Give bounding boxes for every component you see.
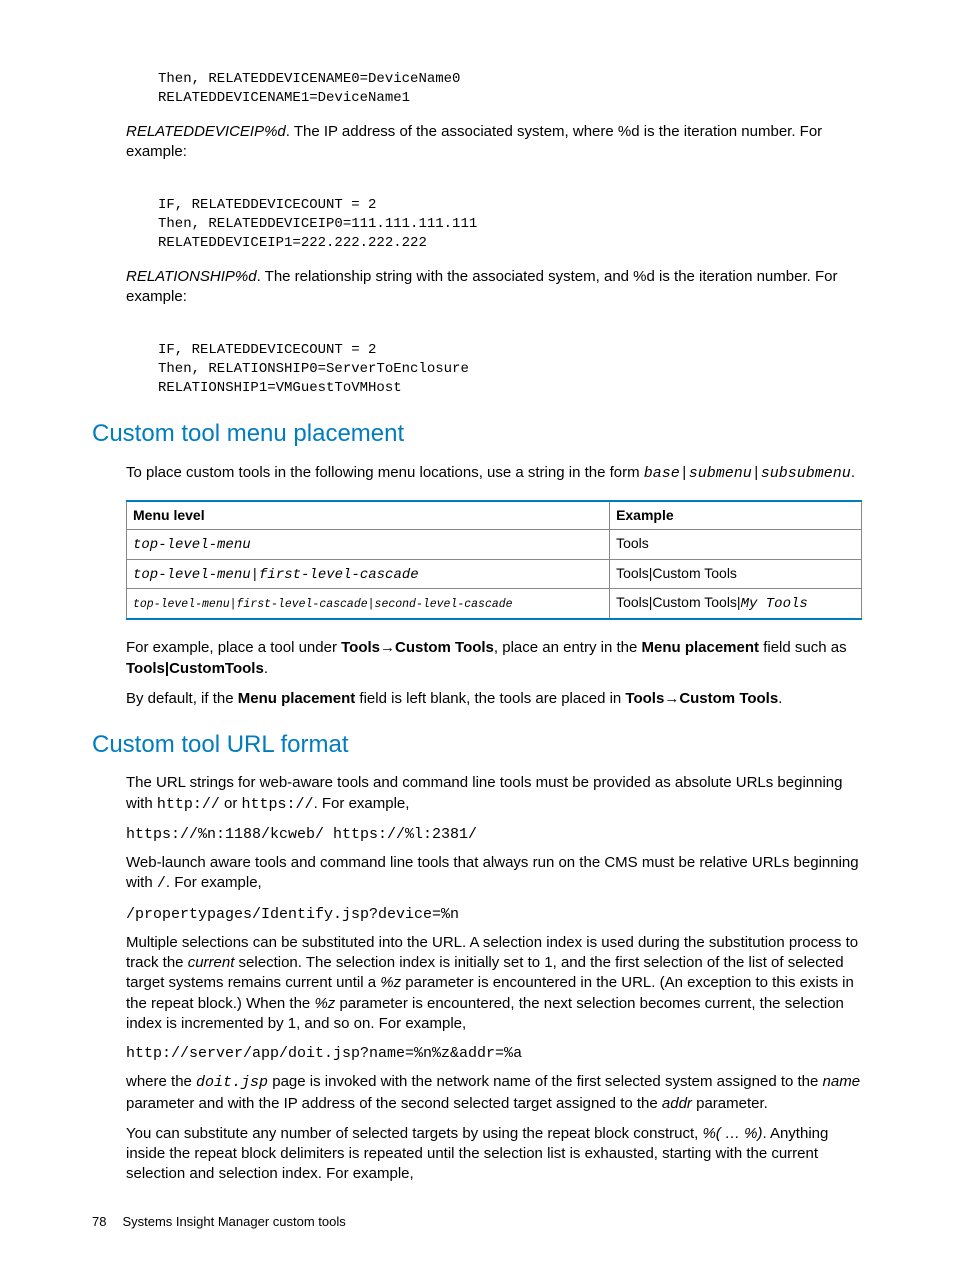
text: , place an entry in the [494,639,642,656]
table-row: top-level-menu Tools [127,529,862,559]
cell-example: Tools [610,529,862,559]
text: . [778,690,782,707]
text: By default, if the [126,690,238,707]
italic: addr [662,1095,692,1112]
bold: Tools [341,639,380,656]
para-menu-intro: To place custom tools in the following m… [126,463,862,484]
table-header-row: Menu level Example [127,501,862,529]
bold: Tools|CustomTools [126,660,264,677]
text: For example, place a tool under [126,639,341,656]
italic: name [823,1073,861,1090]
code: http:// [157,796,220,813]
heading-url-format: Custom tool URL format [92,729,862,761]
para-relative-url: Web-launch aware tools and command line … [126,853,862,895]
heading-menu-placement: Custom tool menu placement [92,418,862,450]
para-doit-explain: where the doit.jsp page is invoked with … [126,1072,862,1114]
table-row: top-level-menu|first-level-cascade|secon… [127,589,862,619]
table-row: top-level-menu|first-level-cascade Tools… [127,559,862,589]
bold: Tools [625,690,664,707]
text: field such as [759,639,847,656]
arrow-icon: → [664,690,679,707]
code: https:// [242,796,314,813]
text: . For example, [314,795,410,812]
page-body: Then, RELATEDDEVICENAME0=DeviceName0 REL… [126,70,862,1185]
text: To place custom tools in the following m… [126,464,644,481]
code-block-3: IF, RELATEDDEVICECOUNT = 2 Then, RELATIO… [158,341,862,398]
text: field is left blank, the tools are place… [355,690,625,707]
italic: current [188,954,235,971]
code: My Tools [741,596,808,612]
arrow-icon: → [380,639,395,656]
term-relateddeviceip: RELATEDDEVICEIP%d [126,123,286,140]
text: . For example, [166,874,262,891]
code-url-example-3: http://server/app/doit.jsp?name=%n%z&add… [126,1044,862,1064]
code-url-example-1: https://%n:1188/kcweb/ https://%l:2381/ [126,825,862,845]
para-url-intro: The URL strings for web-aware tools and … [126,773,862,815]
text: . [264,660,268,677]
cell-example: Tools|Custom Tools|My Tools [610,589,862,619]
italic: %z [380,974,401,991]
bold: Menu placement [642,639,760,656]
th-menu-level: Menu level [127,501,610,529]
page-number: 78 [92,1213,106,1231]
cell-level: top-level-menu|first-level-cascade|secon… [133,598,513,611]
footer-title: Systems Insight Manager custom tools [122,1213,345,1231]
text: or [220,795,242,812]
text: parameter and with the IP address of the… [126,1095,662,1112]
page-footer: 78 Systems Insight Manager custom tools [92,1213,346,1231]
code: base|submenu|subsubmenu [644,465,851,482]
bold: Menu placement [238,690,356,707]
italic: %( … %) [702,1125,762,1142]
bold: Custom Tools [679,690,778,707]
para-default-placement: By default, if the Menu placement field … [126,689,862,709]
cell-level: top-level-menu|first-level-cascade [133,567,419,583]
text: parameter. [692,1095,768,1112]
term-relationship: RELATIONSHIP%d [126,268,257,285]
text: where the [126,1073,196,1090]
bold: Custom Tools [395,639,494,656]
para-multiple-selections: Multiple selections can be substituted i… [126,933,862,1034]
para-repeat-block: You can substitute any number of selecte… [126,1124,862,1185]
para-example-placement: For example, place a tool under Tools→Cu… [126,638,862,679]
code: doit.jsp [196,1074,268,1091]
code-block-2: IF, RELATEDDEVICECOUNT = 2 Then, RELATED… [158,196,862,253]
para-relateddeviceip: RELATEDDEVICEIP%d. The IP address of the… [126,122,862,163]
italic: %z [314,995,335,1012]
code-url-example-2: /propertypages/Identify.jsp?device=%n [126,905,862,925]
text: page is invoked with the network name of… [268,1073,822,1090]
code: / [157,875,166,892]
menu-level-table: Menu level Example top-level-menu Tools … [126,500,862,621]
text: Tools|Custom Tools| [616,594,741,610]
cell-level: top-level-menu [133,537,251,553]
th-example: Example [610,501,862,529]
code-block-1: Then, RELATEDDEVICENAME0=DeviceName0 REL… [158,70,862,108]
cell-example: Tools|Custom Tools [610,559,862,589]
text: You can substitute any number of selecte… [126,1125,702,1142]
text: . [851,464,855,481]
para-relationship: RELATIONSHIP%d. The relationship string … [126,267,862,308]
